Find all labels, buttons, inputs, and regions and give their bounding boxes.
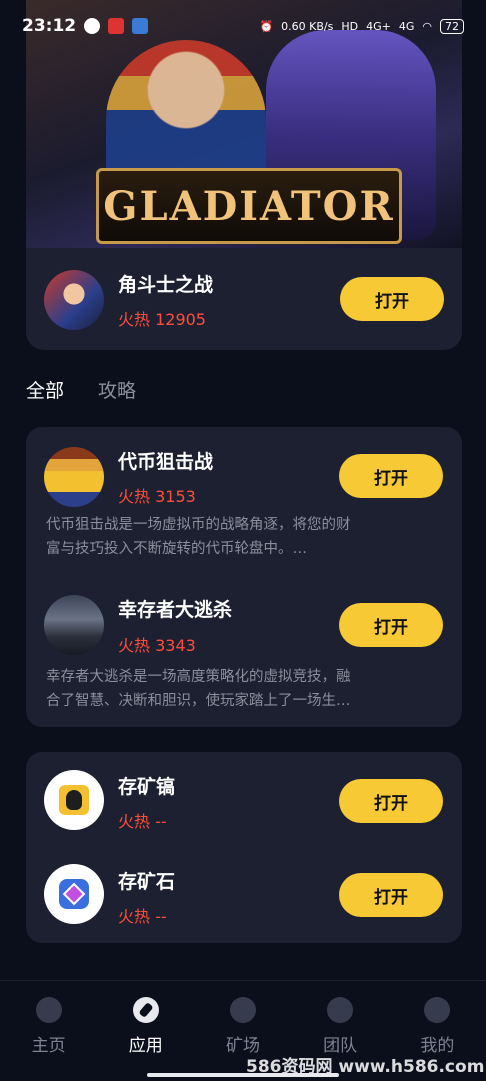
open-button[interactable]: 打开 (339, 603, 443, 647)
alarm-icon: ⏰ (259, 19, 274, 33)
banner-title: GLADIATOR (96, 168, 402, 244)
open-button[interactable]: 打开 (339, 873, 443, 917)
nav-home[interactable]: 主页 (4, 981, 94, 1081)
rocket-icon (229, 997, 256, 1023)
category-tabs: 全部 攻略 (26, 376, 136, 403)
app-heat: 火热 -- (118, 907, 167, 926)
app-name: 幸存者大逃杀 (118, 599, 233, 621)
nav-label: 主页 (31, 1036, 66, 1056)
mining-stone-app-icon (44, 864, 104, 924)
battery-level: 72 (440, 18, 464, 34)
signal-1: 4G+ (366, 19, 391, 33)
status-time: 23:12 (22, 16, 77, 36)
home-indicator[interactable] (147, 1073, 339, 1077)
survivor-app-icon (44, 595, 104, 655)
app-heat: 火热 3153 (118, 487, 196, 506)
image-notification-icon (132, 18, 149, 34)
token-sniper-app-icon (44, 447, 104, 507)
mining-pick-app-icon (44, 770, 104, 830)
tab-guides[interactable]: 攻略 (98, 376, 136, 403)
app-name: 角斗士之战 (118, 274, 214, 296)
tab-all[interactable]: 全部 (26, 376, 64, 403)
description-line: 富与技巧投入不断旋转的代币轮盘中。… (46, 541, 307, 557)
hd-icon: HD (341, 19, 359, 33)
featured-app-row: 角斗士之战 火热 12905 打开 (26, 248, 462, 350)
wifi-icon: ◠ (422, 19, 432, 33)
app-heat: 火热 3343 (118, 636, 196, 655)
pick-icon (59, 785, 89, 815)
app-list-card: 代币狙击战 火热 3153 打开 代币狙击战是一场虚拟币的战略角逐，将您的财 富… (26, 427, 462, 727)
open-button[interactable]: 打开 (339, 779, 443, 823)
description-line: 幸存者大逃杀是一场高度策略化的虚拟竞技，融 (46, 669, 351, 685)
gladiator-app-icon (44, 270, 104, 330)
signal-2: 4G (398, 19, 415, 33)
check-icon (84, 18, 101, 34)
nav-label: 应用 (128, 1036, 163, 1056)
description-line: 代币狙击战是一场虚拟币的战略角逐，将您的财 (46, 517, 351, 533)
app-heat: 火热 -- (118, 812, 167, 831)
app-list-card: 存矿镐 火热 -- 打开 存矿石 火热 -- 打开 (26, 752, 462, 943)
net-speed: 0.60 KB/s (281, 19, 334, 33)
compass-icon (132, 997, 159, 1023)
app-description: 幸存者大逃杀是一场高度策略化的虚拟竞技，融 合了智慧、决断和胆识，使玩家踏上了一… (46, 665, 442, 713)
app-heat: 火热 12905 (118, 310, 206, 329)
app-name: 存矿石 (118, 871, 176, 893)
team-icon (327, 997, 354, 1023)
featured-app-card[interactable]: GLADIATOR 角斗士之战 火热 12905 打开 (26, 0, 462, 350)
home-icon (35, 997, 62, 1023)
app-name: 代币狙击战 (118, 451, 214, 473)
app-notification-icon (108, 18, 125, 34)
open-button[interactable]: 打开 (339, 454, 443, 498)
app-name: 存矿镐 (118, 776, 176, 798)
status-bar: 23:12 ⏰ 0.60 KB/s HD 4G+ 4G ◠ 72 (0, 0, 486, 52)
nav-apps[interactable]: 应用 (101, 981, 191, 1081)
description-line: 合了智慧、决断和胆识，使玩家踏上了一场生… (46, 693, 351, 709)
user-icon (424, 997, 451, 1023)
open-button[interactable]: 打开 (340, 277, 444, 321)
app-description: 代币狙击战是一场虚拟币的战略角逐，将您的财 富与技巧投入不断旋转的代币轮盘中。… (46, 513, 442, 561)
gem-icon (59, 879, 89, 909)
